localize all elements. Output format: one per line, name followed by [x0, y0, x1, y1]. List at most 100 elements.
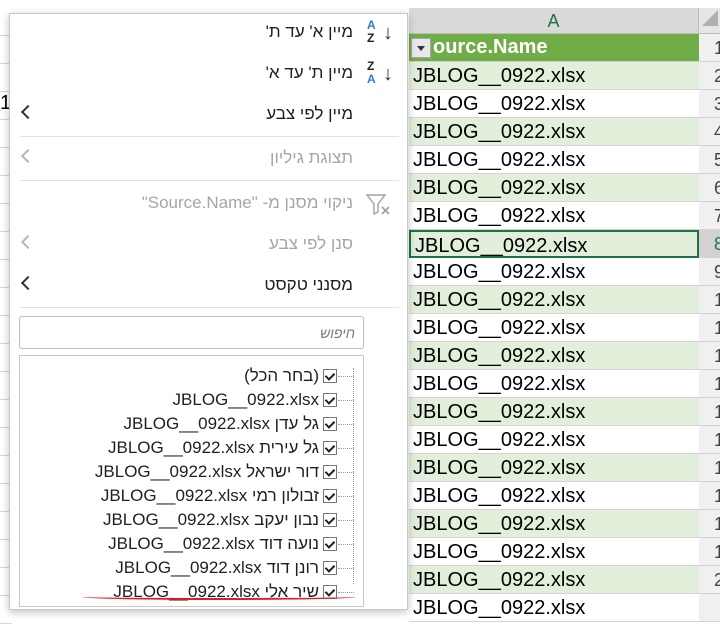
- table-row[interactable]: JBLOG__0922.xlsx: [409, 62, 699, 90]
- sort-z-to-a-label: מיין ת' עד א': [265, 63, 353, 82]
- tree-line: [338, 496, 354, 497]
- row-number[interactable]: 5: [699, 146, 720, 174]
- table-row[interactable]: JBLOG__0922.xlsx: [409, 510, 699, 538]
- row-number[interactable]: 6: [699, 174, 720, 202]
- tree-line: [338, 568, 354, 569]
- table-row[interactable]: JBLOG__0922.xlsx: [409, 118, 699, 146]
- list-item[interactable]: גל עירית JBLOG__0922.xlsx: [20, 436, 363, 460]
- checkbox[interactable]: [323, 465, 337, 479]
- table-row[interactable]: JBLOG__0922.xlsx: [409, 146, 699, 174]
- sort-icon-bottom-letter: A: [367, 72, 376, 86]
- row-number[interactable]: 1: [699, 426, 720, 454]
- row-number[interactable]: 1: [699, 342, 720, 370]
- table-row[interactable]: JBLOG__0922.xlsx: [409, 174, 699, 202]
- header-cell-text: ource.Name: [433, 36, 548, 58]
- sort-descending-icon: Z A ↓: [367, 59, 397, 89]
- table-row[interactable]: JBLOG__0922.xlsx: [409, 594, 699, 622]
- table-row[interactable]: JBLOG__0922.xlsx: [409, 426, 699, 454]
- checkbox[interactable]: [323, 561, 337, 575]
- table-row[interactable]: JBLOG__0922.xlsx: [409, 566, 699, 594]
- search-input[interactable]: [20, 317, 363, 348]
- row-number[interactable]: [699, 594, 720, 622]
- table-row[interactable]: JBLOG__0922.xlsx: [409, 398, 699, 426]
- menu-divider: [20, 307, 399, 308]
- table-header-cell[interactable]: ource.Name: [409, 34, 699, 62]
- row-number[interactable]: 1: [699, 538, 720, 566]
- chevron-left-icon: [20, 104, 36, 120]
- sort-a-to-z-item[interactable]: מיין א' עד ת' A Z ↓: [10, 14, 407, 52]
- list-item-label: זבולון רמי JBLOG__0922.xlsx: [100, 486, 319, 505]
- sort-icon-top-letter: A: [367, 18, 376, 32]
- row-number[interactable]: 1: [699, 34, 720, 62]
- chevron-left-icon: [20, 234, 36, 250]
- text-filters-item[interactable]: מסנני טקסט: [10, 267, 407, 305]
- row-number[interactable]: 3: [699, 90, 720, 118]
- list-item-label: רונן דוד JBLOG__0922.xlsx: [115, 558, 319, 577]
- table-row[interactable]: JBLOG__0922.xlsx: [409, 202, 699, 230]
- table-row[interactable]: JBLOG__0922.xlsx: [409, 314, 699, 342]
- sort-by-color-item[interactable]: מיין לפי צבע: [10, 96, 407, 134]
- list-item-label: נבון יעקב JBLOG__0922.xlsx: [102, 510, 319, 529]
- row-number[interactable]: 1: [699, 482, 720, 510]
- row-number[interactable]: 7: [699, 202, 720, 230]
- table-row[interactable]: JBLOG__0922.xlsx: [409, 342, 699, 370]
- list-item[interactable]: דור ישראל JBLOG__0922.xlsx: [20, 460, 363, 484]
- table-row[interactable]: JBLOG__0922.xlsx: [409, 370, 699, 398]
- row-number[interactable]: 1: [699, 314, 720, 342]
- down-arrow-glyph: ↓: [383, 22, 393, 44]
- table-row[interactable]: JBLOG__0922.xlsx: [409, 538, 699, 566]
- list-item[interactable]: נועה דוד JBLOG__0922.xlsx: [20, 532, 363, 556]
- down-arrow-glyph: ↓: [383, 63, 393, 85]
- checkbox[interactable]: [323, 393, 337, 407]
- list-item[interactable]: גל עדן JBLOG__0922.xlsx: [20, 412, 363, 436]
- filter-by-color-item[interactable]: סנן לפי צבע: [10, 226, 407, 264]
- row-number[interactable]: 1: [699, 510, 720, 538]
- sort-icon-bottom-letter: Z: [367, 31, 375, 45]
- table-row[interactable]: JBLOG__0922.xlsx: [409, 230, 699, 258]
- search-box[interactable]: [19, 316, 364, 349]
- checkbox[interactable]: [323, 417, 337, 431]
- checkbox[interactable]: [323, 513, 337, 527]
- chevron-left-icon: [20, 148, 36, 164]
- text-filters-label: מסנני טקסט: [264, 275, 353, 294]
- filter-dropdown-button[interactable]: [411, 38, 431, 58]
- chevron-left-icon: [20, 275, 36, 291]
- list-item-label: גל עירית JBLOG__0922.xlsx: [108, 438, 319, 457]
- row-number[interactable]: 1: [699, 454, 720, 482]
- table-row[interactable]: JBLOG__0922.xlsx: [409, 258, 699, 286]
- list-item[interactable]: נבון יעקב JBLOG__0922.xlsx: [20, 508, 363, 532]
- checkbox[interactable]: [323, 369, 337, 383]
- row-number[interactable]: 9: [699, 258, 720, 286]
- clear-filter-item[interactable]: ניקוי מסנן מ- "Source.Name": [10, 185, 407, 223]
- sort-z-to-a-item[interactable]: מיין ת' עד א' Z A ↓: [10, 55, 407, 93]
- table-row[interactable]: JBLOG__0922.xlsx: [409, 90, 699, 118]
- list-item[interactable]: שיר אלי JBLOG__0922.xlsx: [20, 580, 363, 604]
- checkbox[interactable]: [323, 489, 337, 503]
- tree-line: [338, 448, 354, 449]
- list-item[interactable]: זבולון רמי JBLOG__0922.xlsx: [20, 484, 363, 508]
- row-number[interactable]: 1: [699, 398, 720, 426]
- sheet-view-item[interactable]: תצוגת גיליון: [10, 140, 407, 178]
- sort-icon-top-letter: Z: [367, 59, 375, 73]
- table-row[interactable]: JBLOG__0922.xlsx: [409, 454, 699, 482]
- select-all-corner[interactable]: [702, 10, 718, 26]
- list-item-label: JBLOG__0922.xlsx: [172, 390, 319, 409]
- row-number[interactable]: 8: [699, 230, 720, 258]
- row-number[interactable]: 1: [699, 370, 720, 398]
- tree-line: [338, 424, 354, 425]
- checkbox[interactable]: [323, 537, 337, 551]
- checkbox[interactable]: [323, 441, 337, 455]
- table-row[interactable]: JBLOG__0922.xlsx: [409, 482, 699, 510]
- list-item[interactable]: JBLOG__0922.xlsx: [20, 388, 363, 412]
- filter-by-color-label: סנן לפי צבע: [268, 234, 353, 253]
- tree-line: [338, 544, 354, 545]
- select-all-item[interactable]: (בחר הכל): [20, 364, 363, 388]
- row-number[interactable]: 2: [699, 566, 720, 594]
- row-number[interactable]: 4: [699, 118, 720, 146]
- column-header-a[interactable]: A: [409, 8, 699, 34]
- list-item[interactable]: רונן דוד JBLOG__0922.xlsx: [20, 556, 363, 580]
- row-number[interactable]: 2: [699, 62, 720, 90]
- table-row[interactable]: JBLOG__0922.xlsx: [409, 286, 699, 314]
- tree-line: [338, 376, 354, 377]
- row-number[interactable]: 1: [699, 286, 720, 314]
